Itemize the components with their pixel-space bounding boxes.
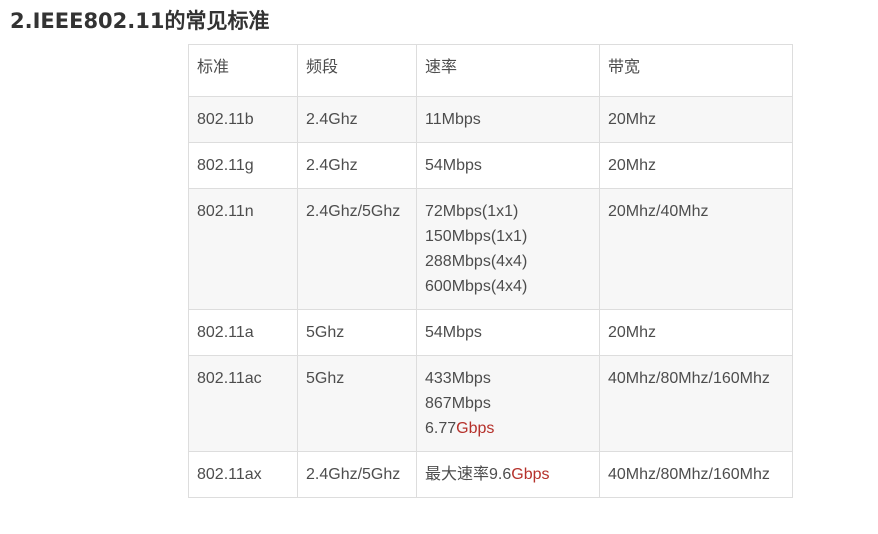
rate-value: 54Mbps [425,157,482,174]
table-row: 802.11n 2.4Ghz/5Ghz 72Mbps(1x1) 150Mbps(1x1… [188,188,793,310]
table-row: 802.11a 5Ghz 54Mbps 20Mhz [188,309,793,356]
rate-line: 最大速率9.6Gbps [425,462,591,487]
rate-unit-highlight: Gbps [511,466,550,483]
section-heading: 2.IEEE802.11的常见标准 [10,9,270,33]
document-page: 2.IEEE802.11的常见标准 标准 频段 速率 带宽 802.11b 2.4… [0,0,878,534]
rate-line: 72Mbps(1x1) [425,199,591,224]
rate-value: 433Mbps [425,370,491,387]
rate-value: 72Mbps(1x1) [425,203,519,220]
cell-rate: 54Mbps [416,142,600,189]
cell-rate: 433Mbps 867Mbps 6.77Gbps [416,355,600,452]
rate-line: 433Mbps [425,366,591,391]
cell-standard: 802.11b [188,96,298,143]
rate-value: 6.77 [425,420,457,437]
rate-value: 288Mbps(4x4) [425,253,528,270]
cell-bandwidth: 20Mhz [599,142,793,189]
table-row: 802.11b 2.4Ghz 11Mbps 20Mhz [188,96,793,143]
rate-value: 最大速率9.6 [425,466,512,483]
cell-standard: 802.11ac [188,355,298,452]
header-standard: 标准 [188,44,298,97]
cell-band: 2.4Ghz/5Ghz [297,188,417,310]
cell-rate: 54Mbps [416,309,600,356]
table-row: 802.11ax 2.4Ghz/5Ghz 最大速率9.6Gbps 40Mhz/80Mh… [188,451,793,498]
cell-bandwidth: 20Mhz [599,96,793,143]
rate-line: 6.77Gbps [425,416,591,441]
cell-band: 5Ghz [297,355,417,452]
ieee-standards-table: 标准 频段 速率 带宽 802.11b 2.4Ghz 11Mbps 20Mhz 802.… [188,44,793,498]
rate-line: 867Mbps [425,391,591,416]
rate-line: 11Mbps [425,107,591,132]
rate-value: 54Mbps [425,324,482,341]
rate-line: 54Mbps [425,153,591,178]
table-row: 802.11g 2.4Ghz 54Mbps 20Mhz [188,142,793,189]
rate-line: 150Mbps(1x1) [425,224,591,249]
rate-line: 54Mbps [425,320,591,345]
cell-standard: 802.11ax [188,451,298,498]
cell-bandwidth: 20Mhz/40Mhz [599,188,793,310]
rate-line: 600Mbps(4x4) [425,274,591,299]
rate-value: 600Mbps(4x4) [425,278,528,295]
cell-band: 2.4Ghz/5Ghz [297,451,417,498]
rate-value: 150Mbps(1x1) [425,228,528,245]
cell-bandwidth: 20Mhz [599,309,793,356]
rate-unit-highlight: Gbps [456,420,495,437]
cell-bandwidth: 40Mhz/80Mhz/160Mhz [599,451,793,498]
header-band: 频段 [297,44,417,97]
cell-rate: 最大速率9.6Gbps [416,451,600,498]
table-header-row: 标准 频段 速率 带宽 [188,44,793,97]
table-body: 标准 频段 速率 带宽 802.11b 2.4Ghz 11Mbps 20Mhz 802.… [188,44,793,498]
cell-standard: 802.11g [188,142,298,189]
cell-bandwidth: 40Mhz/80Mhz/160Mhz [599,355,793,452]
rate-value: 11Mbps [425,111,481,128]
cell-standard: 802.11n [188,188,298,310]
header-bandwidth: 带宽 [599,44,793,97]
cell-band: 2.4Ghz [297,96,417,143]
cell-rate: 72Mbps(1x1) 150Mbps(1x1) 288Mbps(4x4) 600Mb… [416,188,600,310]
header-rate: 速率 [416,44,600,97]
cell-standard: 802.11a [188,309,298,356]
cell-rate: 11Mbps [416,96,600,143]
cell-band: 5Ghz [297,309,417,356]
rate-line: 288Mbps(4x4) [425,249,591,274]
cell-band: 2.4Ghz [297,142,417,189]
rate-value: 867Mbps [425,395,491,412]
table-row: 802.11ac 5Ghz 433Mbps 867Mbps 6.77Gbps 40Mhz/… [188,355,793,452]
